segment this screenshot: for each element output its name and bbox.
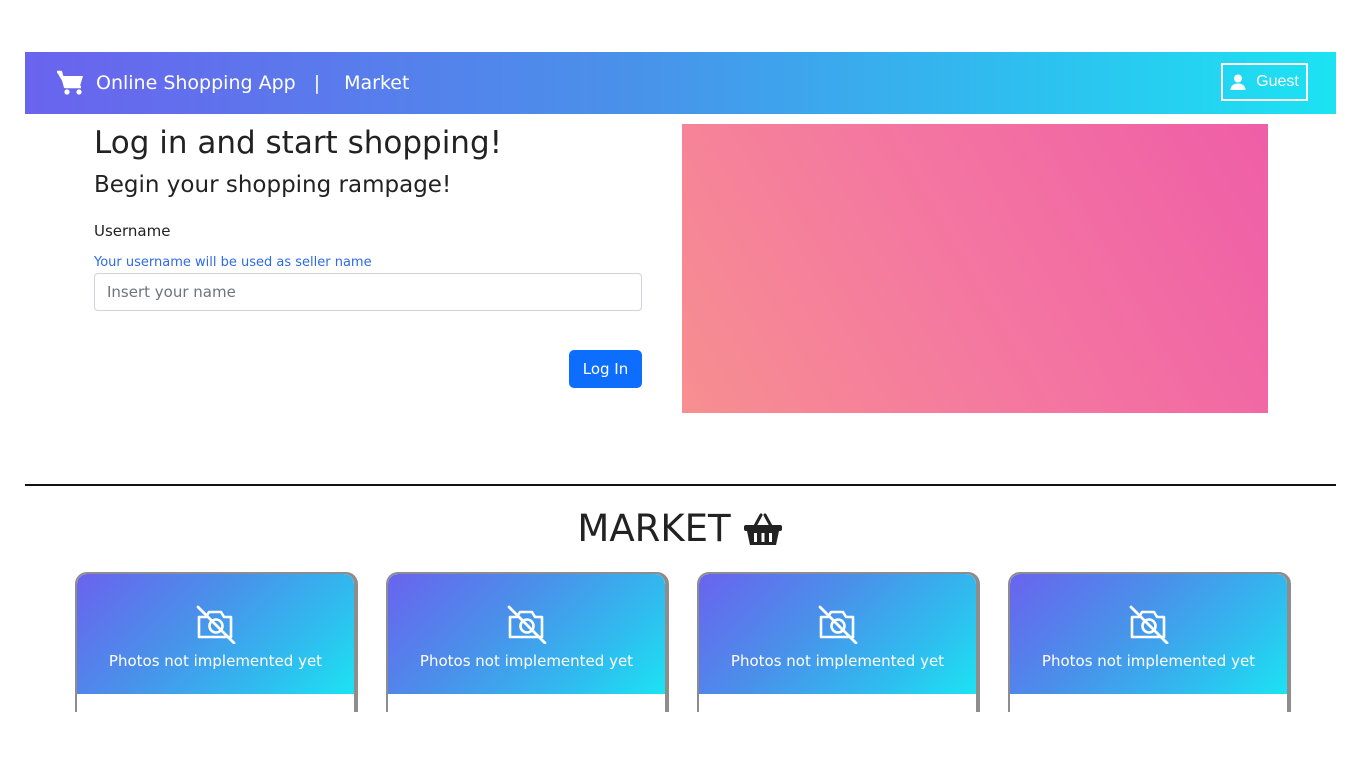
market-heading: MARKET bbox=[0, 507, 1360, 550]
login-subtitle: Begin your shopping rampage! bbox=[94, 172, 452, 198]
brand-separator: | bbox=[313, 72, 321, 94]
section-divider bbox=[25, 484, 1336, 486]
product-card[interactable]: Photos not implemented yet bbox=[386, 572, 667, 712]
photo-placeholder-text: Photos not implemented yet bbox=[419, 652, 634, 670]
photo-placeholder-text: Photos not implemented yet bbox=[1041, 652, 1256, 670]
camera-off-icon bbox=[1128, 604, 1170, 645]
camera-off-icon bbox=[506, 604, 548, 645]
brand-name[interactable]: Online Shopping App bbox=[96, 72, 296, 94]
photo-placeholder-text: Photos not implemented yet bbox=[108, 652, 323, 670]
shopping-cart-icon bbox=[56, 70, 86, 96]
shopping-basket-icon bbox=[743, 512, 783, 546]
camera-off-icon bbox=[195, 604, 237, 645]
hero-banner bbox=[682, 124, 1268, 413]
username-input[interactable] bbox=[94, 273, 642, 311]
market-title: MARKET bbox=[577, 507, 731, 550]
product-photo-placeholder: Photos not implemented yet bbox=[1010, 574, 1287, 694]
product-photo-placeholder: Photos not implemented yet bbox=[77, 574, 354, 694]
user-icon bbox=[1230, 74, 1246, 90]
top-navbar: Online Shopping App | Market Guest bbox=[25, 52, 1336, 114]
product-card[interactable]: Photos not implemented yet bbox=[1008, 572, 1289, 712]
username-hint: Your username will be used as seller nam… bbox=[94, 255, 372, 270]
guest-button[interactable]: Guest bbox=[1221, 63, 1308, 101]
product-card[interactable]: Photos not implemented yet bbox=[75, 572, 356, 712]
product-card[interactable]: Photos not implemented yet bbox=[697, 572, 978, 712]
product-photo-placeholder: Photos not implemented yet bbox=[388, 574, 665, 694]
product-card-list: Photos not implemented yet Photos not im… bbox=[75, 572, 1291, 712]
brand[interactable]: Online Shopping App | Market bbox=[56, 70, 409, 96]
login-button[interactable]: Log In bbox=[569, 350, 642, 388]
product-photo-placeholder: Photos not implemented yet bbox=[699, 574, 976, 694]
photo-placeholder-text: Photos not implemented yet bbox=[730, 652, 945, 670]
login-form: Log in and start shopping! Begin your sh… bbox=[94, 124, 642, 388]
guest-label: Guest bbox=[1256, 73, 1299, 90]
login-title: Log in and start shopping! bbox=[94, 125, 503, 161]
camera-off-icon bbox=[817, 604, 859, 645]
nav-link-market[interactable]: Market bbox=[344, 72, 409, 94]
username-label: Username bbox=[94, 222, 171, 240]
